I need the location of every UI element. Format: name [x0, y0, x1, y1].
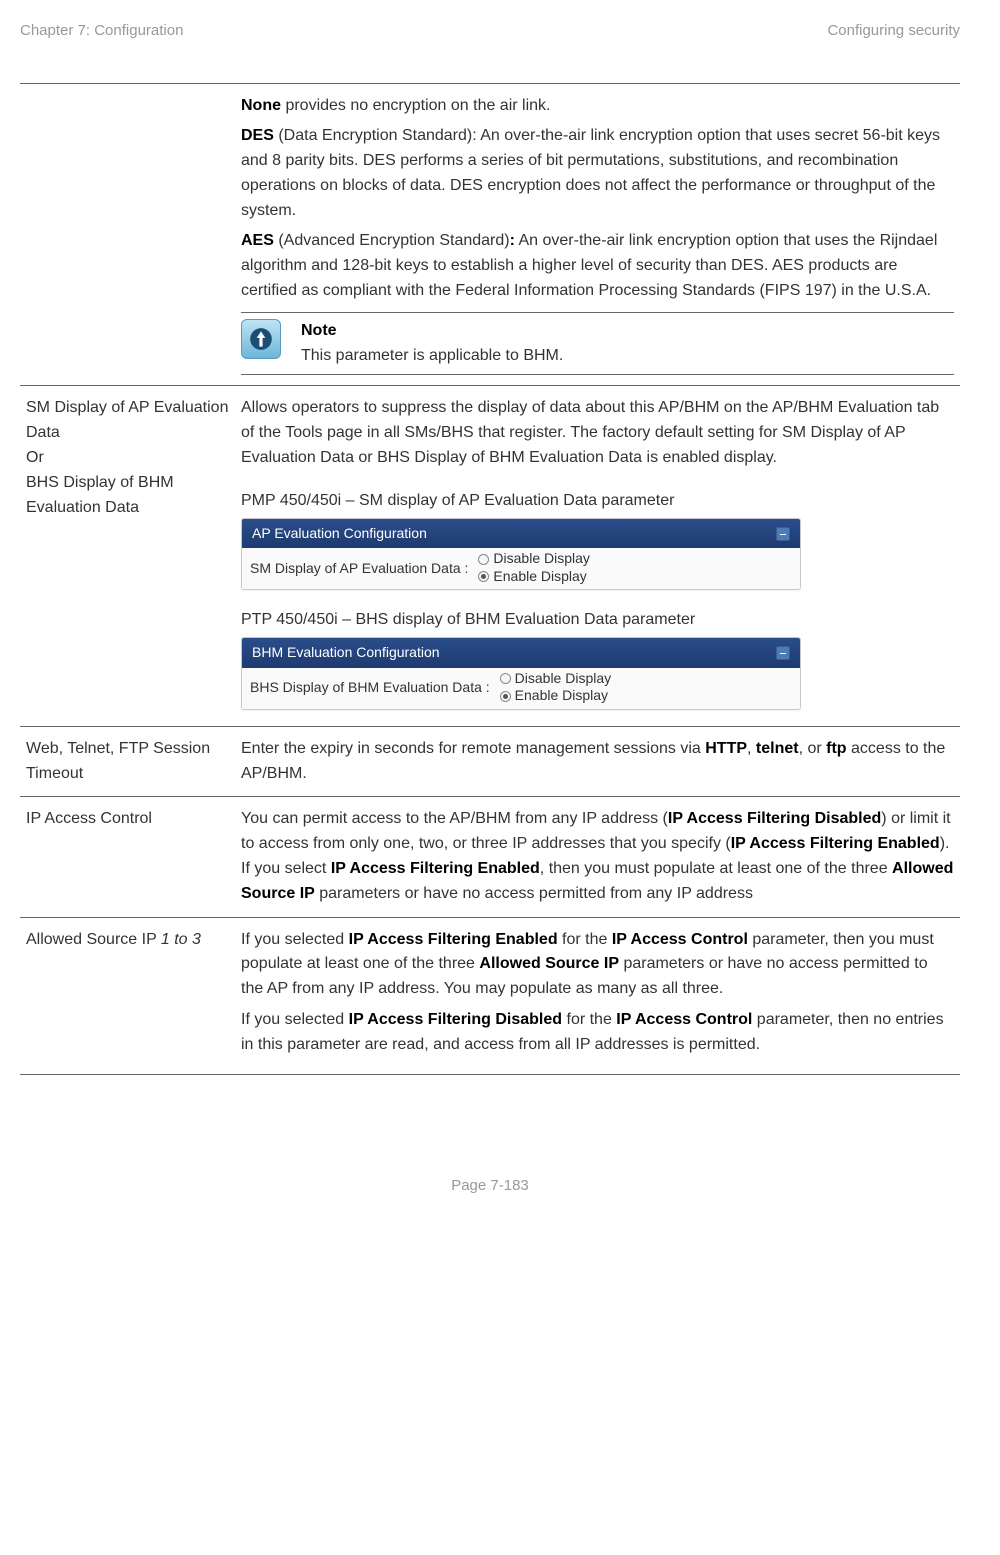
chapter-label: Chapter 7: Configuration — [20, 20, 183, 43]
bold-text: AES — [241, 232, 274, 249]
panel-caption: PTP 450/450i – BHS display of BHM Evalua… — [241, 608, 954, 633]
body-text: parameters or have no access permitted f… — [315, 885, 753, 902]
bold-text: IP Access Filtering Enabled — [331, 860, 540, 877]
table-row: IP Access Control You can permit access … — [20, 797, 960, 917]
bold-text: Allowed Source IP — [479, 955, 619, 972]
body-text: for the — [558, 931, 612, 948]
body-text: Enter the expiry in seconds for remote m… — [241, 740, 705, 757]
row-label — [20, 83, 235, 386]
body-text: , or — [799, 740, 827, 757]
bold-text: telnet — [756, 740, 799, 757]
bold-text: IP Access Filtering Disabled — [668, 810, 881, 827]
row-label: SM Display of AP Evaluation Data Or BHS … — [20, 386, 235, 726]
row-label: Allowed Source IP 1 to 3 — [20, 917, 235, 1074]
row-label: Web, Telnet, FTP Session Timeout — [20, 726, 235, 797]
table-row: SM Display of AP Evaluation Data Or BHS … — [20, 386, 960, 726]
page-footer: Page 7-183 — [20, 1175, 960, 1198]
config-table: None provides no encryption on the air l… — [20, 83, 960, 1075]
bold-text: DES — [241, 127, 274, 144]
body-text: provides no encryption on the air link. — [281, 97, 550, 114]
radio-label: Disable Display — [493, 550, 589, 568]
body-text: , then you must populate at least one of… — [540, 860, 892, 877]
radio-option-enable[interactable]: Enable Display — [478, 568, 589, 586]
table-row: None provides no encryption on the air l… — [20, 83, 960, 386]
label-text: BHS Display of BHM Evaluation Data — [26, 471, 229, 521]
bold-text: IP Access Filtering Disabled — [349, 1011, 562, 1028]
radio-option-disable[interactable]: Disable Display — [478, 550, 589, 568]
radio-icon[interactable] — [500, 673, 511, 684]
label-text: Or — [26, 446, 229, 471]
section-label: Configuring security — [827, 20, 960, 43]
panel-header-title: AP Evaluation Configuration — [252, 523, 427, 545]
collapse-icon[interactable] — [776, 527, 790, 541]
radio-label: Disable Display — [515, 670, 611, 688]
radio-option-disable[interactable]: Disable Display — [500, 670, 611, 688]
body-text: for the — [562, 1011, 616, 1028]
label-italic: 1 to 3 — [161, 931, 201, 948]
row-description: Allows operators to suppress the display… — [235, 386, 960, 726]
table-row: Web, Telnet, FTP Session Timeout Enter t… — [20, 726, 960, 797]
row-description: Enter the expiry in seconds for remote m… — [235, 726, 960, 797]
bold-text: None — [241, 97, 281, 114]
bhm-eval-config-panel: BHM Evaluation Configuration BHS Display… — [241, 637, 801, 710]
radio-label: Enable Display — [515, 687, 608, 705]
radio-option-enable[interactable]: Enable Display — [500, 687, 611, 705]
collapse-icon[interactable] — [776, 646, 790, 660]
bold-text: HTTP — [705, 740, 747, 757]
body-text: If you selected — [241, 931, 349, 948]
radio-label: Enable Display — [493, 568, 586, 586]
note-box: Note This parameter is applicable to BHM… — [241, 312, 954, 376]
row-description: You can permit access to the AP/BHM from… — [235, 797, 960, 917]
table-row: Allowed Source IP 1 to 3 If you selected… — [20, 917, 960, 1074]
bold-text: IP Access Filtering Enabled — [349, 931, 558, 948]
panel-header: AP Evaluation Configuration — [242, 519, 800, 549]
field-label: SM Display of AP Evaluation Data : — [250, 550, 472, 585]
body-text: If you selected — [241, 1011, 349, 1028]
ap-eval-config-panel: AP Evaluation Configuration SM Display o… — [241, 518, 801, 591]
bold-text: IP Access Control — [612, 931, 748, 948]
row-label: IP Access Control — [20, 797, 235, 917]
radio-icon[interactable] — [500, 691, 511, 702]
note-body: This parameter is applicable to BHM. — [301, 344, 954, 369]
bold-text: ftp — [826, 740, 846, 757]
bold-text: IP Access Control — [616, 1011, 752, 1028]
page-header: Chapter 7: Configuration Configuring sec… — [20, 20, 960, 43]
panel-caption: PMP 450/450i – SM display of AP Evaluati… — [241, 489, 954, 514]
row-description: If you selected IP Access Filtering Enab… — [235, 917, 960, 1074]
radio-icon[interactable] — [478, 571, 489, 582]
body-text: You can permit access to the AP/BHM from… — [241, 810, 668, 827]
panel-header: BHM Evaluation Configuration — [242, 638, 800, 668]
radio-icon[interactable] — [478, 554, 489, 565]
bold-text: IP Access Filtering Enabled — [731, 835, 940, 852]
row-description: None provides no encryption on the air l… — [235, 83, 960, 386]
label-text: SM Display of AP Evaluation Data — [26, 396, 229, 446]
label-text: Allowed Source IP — [26, 931, 161, 948]
body-text: Allows operators to suppress the display… — [241, 396, 954, 470]
info-icon — [241, 319, 281, 359]
body-text: , — [747, 740, 756, 757]
body-text: (Advanced Encryption Standard) — [274, 232, 510, 249]
field-label: BHS Display of BHM Evaluation Data : — [250, 670, 494, 705]
body-text: (Data Encryption Standard): An over-the-… — [241, 127, 940, 218]
note-title: Note — [301, 319, 954, 344]
panel-header-title: BHM Evaluation Configuration — [252, 642, 440, 664]
